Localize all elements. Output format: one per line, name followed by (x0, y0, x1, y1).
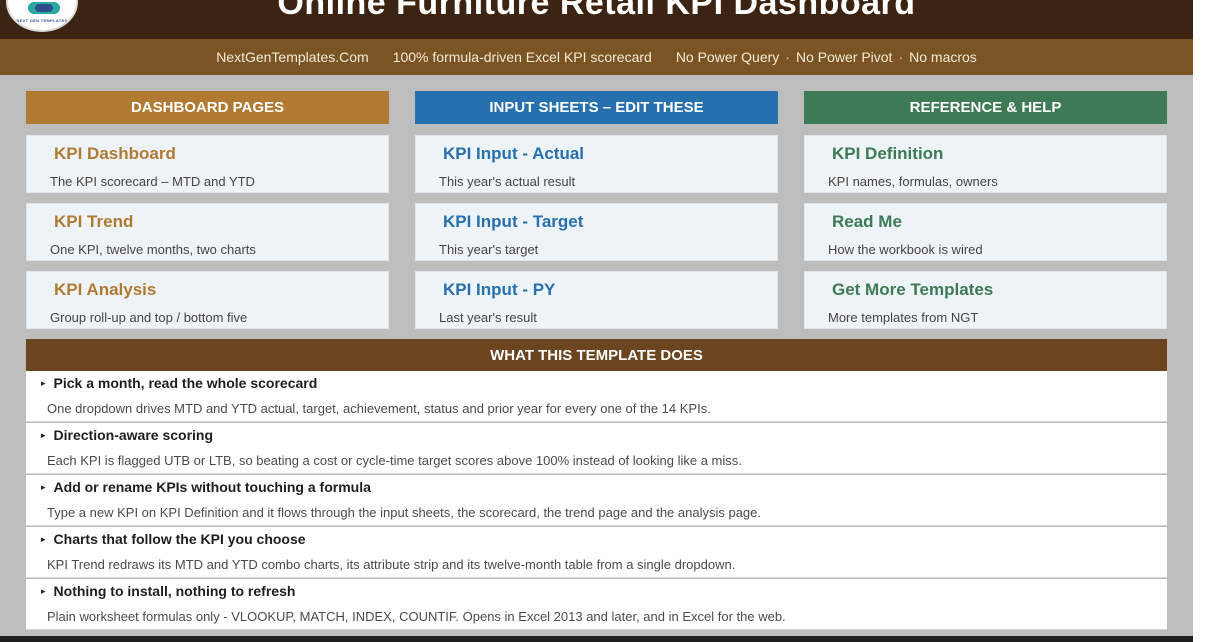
feature-desc: Plain worksheet formulas only - VLOOKUP,… (47, 609, 786, 624)
feature-no-power-pivot: No Power Pivot (795, 49, 893, 65)
nav-card-desc: One KPI, twelve months, two charts (50, 242, 256, 257)
feature-no-power-query: No Power Query (675, 49, 780, 65)
feature-title: Pick a month, read the whole scorecard (53, 375, 318, 391)
nav-card-input-py[interactable]: KPI Input - PY Last year's result (415, 271, 778, 329)
feature-item: ▸ Nothing to install, nothing to refresh … (26, 579, 1167, 630)
logo-mark-inner-icon (35, 4, 53, 12)
nav-card-input-actual[interactable]: KPI Input - Actual This year's actual re… (415, 135, 778, 193)
title-bar: Online Furniture Retail KPI Dashboard (0, 0, 1193, 39)
nav-card-desc: More templates from NGT (828, 310, 979, 325)
nav-card-title[interactable]: KPI Trend (54, 212, 133, 232)
bullet-icon: ▸ (41, 534, 46, 544)
nav-card-title[interactable]: Read Me (832, 212, 902, 232)
what-template-does-header: WHAT THIS TEMPLATE DOES (26, 339, 1167, 371)
feature-item: ▸ Direction-aware scoring Each KPI is fla… (26, 423, 1167, 474)
feature-item: ▸ Pick a month, read the whole scorecard … (26, 371, 1167, 422)
dashboard-pages-header: DASHBOARD PAGES (26, 91, 389, 124)
nav-card-kpi-dashboard[interactable]: KPI Dashboard The KPI scorecard – MTD an… (26, 135, 389, 193)
page-title: Online Furniture Retail KPI Dashboard (277, 0, 916, 22)
feature-desc: One dropdown drives MTD and YTD actual, … (47, 401, 711, 416)
nav-card-desc: This year's target (439, 242, 539, 257)
nav-card-more-templates[interactable]: Get More Templates More templates from N… (804, 271, 1167, 329)
nav-card-desc: Last year's result (439, 310, 537, 325)
bullet-icon: ▸ (41, 430, 46, 440)
feature-list: No Power Query · No Power Pivot · No mac… (676, 49, 977, 65)
feature-title: Add or rename KPIs without touching a fo… (53, 479, 371, 495)
nav-card-desc: This year's actual result (439, 174, 576, 189)
nav-card-title[interactable]: KPI Input - Actual (443, 144, 584, 164)
bullet-icon: ▸ (41, 378, 46, 388)
nav-card-title[interactable]: KPI Definition (832, 144, 943, 164)
nav-card-title[interactable]: Get More Templates (832, 280, 993, 300)
feature-desc: Each KPI is flagged UTB or LTB, so beati… (47, 453, 742, 468)
site-link[interactable]: NextGenTemplates.Com (216, 49, 369, 65)
reference-help-header: REFERENCE & HELP (804, 91, 1167, 124)
feature-desc: Type a new KPI on KPI Definition and it … (47, 505, 762, 520)
nav-card-kpi-analysis[interactable]: KPI Analysis Group roll-up and top / bot… (26, 271, 389, 329)
feature-title: Charts that follow the KPI you choose (53, 531, 306, 547)
nav-card-title[interactable]: KPI Analysis (54, 280, 156, 300)
tagline: 100% formula-driven Excel KPI scorecard (392, 49, 652, 65)
feature-item: ▸ Add or rename KPIs without touching a f… (26, 475, 1167, 526)
feature-item: ▸ Charts that follow the KPI you choose K… (26, 527, 1167, 578)
nav-card-input-target[interactable]: KPI Input - Target This year's target (415, 203, 778, 261)
nav-card-desc: KPI names, formulas, owners (828, 174, 998, 189)
bullet-icon: ▸ (41, 482, 46, 492)
nav-card-title[interactable]: KPI Input - Target (443, 212, 583, 232)
nav-card-kpi-definition[interactable]: KPI Definition KPI names, formulas, owne… (804, 135, 1167, 193)
bottom-border (0, 636, 1193, 642)
nav-card-desc: Group roll-up and top / bottom five (50, 310, 248, 325)
nav-card-title[interactable]: KPI Input - PY (443, 280, 555, 300)
nav-card-desc: The KPI scorecard – MTD and YTD (50, 174, 255, 189)
feature-title: Nothing to install, nothing to refresh (53, 583, 296, 599)
feature-no-macros: No macros (909, 49, 977, 65)
subheader-bar: NextGenTemplates.Com 100% formula-driven… (0, 39, 1193, 75)
nav-card-read-me[interactable]: Read Me How the workbook is wired (804, 203, 1167, 261)
separator: · (785, 49, 790, 65)
bullet-icon: ▸ (41, 586, 46, 596)
input-sheets-header: INPUT SHEETS – EDIT THESE (415, 91, 778, 124)
nav-card-kpi-trend[interactable]: KPI Trend One KPI, twelve months, two ch… (26, 203, 389, 261)
logo-text: NEXT GEN TEMPLATES (16, 18, 68, 23)
scroll-gutter (1193, 0, 1210, 642)
nav-card-title[interactable]: KPI Dashboard (54, 144, 176, 164)
nav-card-desc: How the workbook is wired (828, 242, 983, 257)
feature-title: Direction-aware scoring (53, 427, 214, 443)
separator: · (898, 49, 904, 65)
feature-desc: KPI Trend redraws its MTD and YTD combo … (47, 557, 736, 572)
